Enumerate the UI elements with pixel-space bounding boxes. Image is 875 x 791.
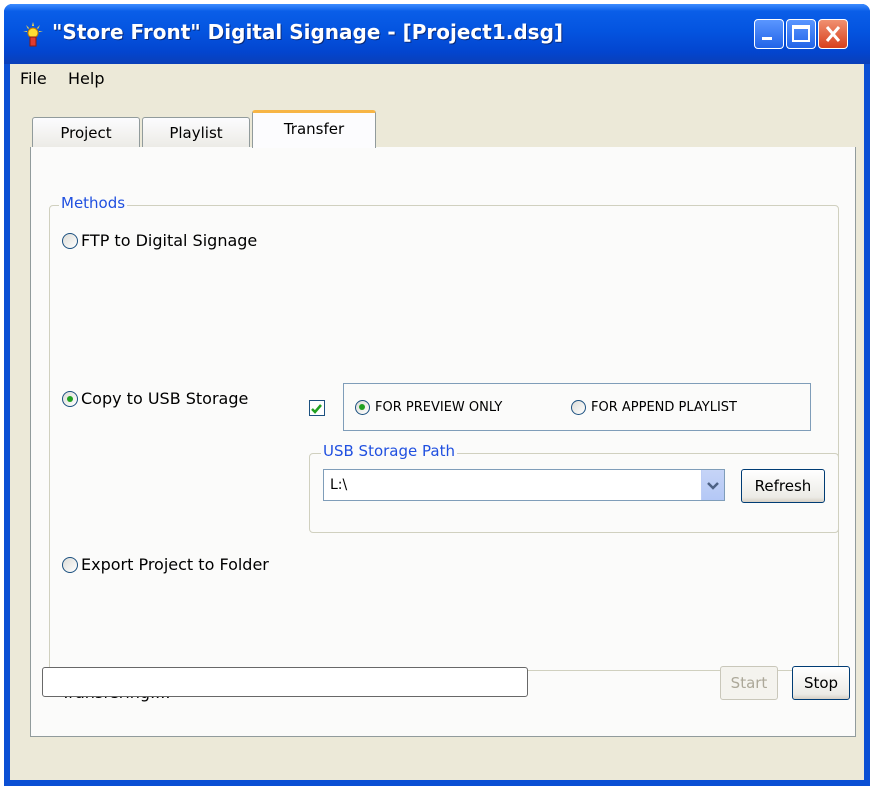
chevron-down-icon [707,482,719,490]
preview-only-radio[interactable] [355,400,370,415]
maximize-icon [792,25,810,42]
minimize-icon [762,37,772,40]
preview-only-label[interactable]: FOR PREVIEW ONLY [375,400,502,415]
usb-radio[interactable] [62,391,78,407]
close-button[interactable] [818,19,848,49]
tab-transfer[interactable]: Transfer [252,110,376,148]
usb-path-value: L:\ [330,477,348,493]
app-window: "Store Front" Digital Signage - [Project… [4,4,870,786]
app-icon [23,22,43,47]
radio-selected-dot [359,404,365,410]
close-icon [825,26,841,42]
tab-playlist[interactable]: Playlist [142,117,250,147]
usb-path-combobox[interactable]: L:\ [323,469,725,501]
checkmark-icon [311,404,322,414]
methods-group-label: Methods [59,194,128,212]
ftp-radio[interactable] [62,233,78,249]
client-area: File Help Project Playlist Methods FTP t… [10,64,864,780]
usb-label[interactable]: Copy to USB Storage [81,389,248,408]
transfer-progress-bar [42,667,528,697]
menu-file[interactable]: File [20,69,47,88]
menu-bar: File Help [10,64,864,94]
export-radio[interactable] [62,557,78,573]
append-playlist-radio[interactable] [571,400,586,415]
usb-path-group-label: USB Storage Path [321,442,457,460]
menu-help[interactable]: Help [68,69,104,88]
maximize-button[interactable] [786,19,816,49]
radio-selected-dot [67,396,73,402]
usb-options-checkbox[interactable] [309,400,325,416]
methods-group [49,205,839,671]
refresh-button[interactable]: Refresh [741,469,825,503]
tab-project[interactable]: Project [32,117,140,147]
start-button[interactable]: Start [720,666,778,700]
export-label[interactable]: Export Project to Folder [81,555,269,574]
usb-path-dropdown-button[interactable] [701,470,724,500]
minimize-button[interactable] [754,19,784,49]
window-title: "Store Front" Digital Signage - [Project… [52,20,564,44]
stop-button[interactable]: Stop [792,666,850,700]
title-bar[interactable]: "Store Front" Digital Signage - [Project… [4,4,870,64]
transfer-panel: Methods FTP to Digital Signage Copy to U… [30,147,856,737]
ftp-label[interactable]: FTP to Digital Signage [81,231,257,250]
append-playlist-label[interactable]: FOR APPEND PLAYLIST [591,400,737,415]
